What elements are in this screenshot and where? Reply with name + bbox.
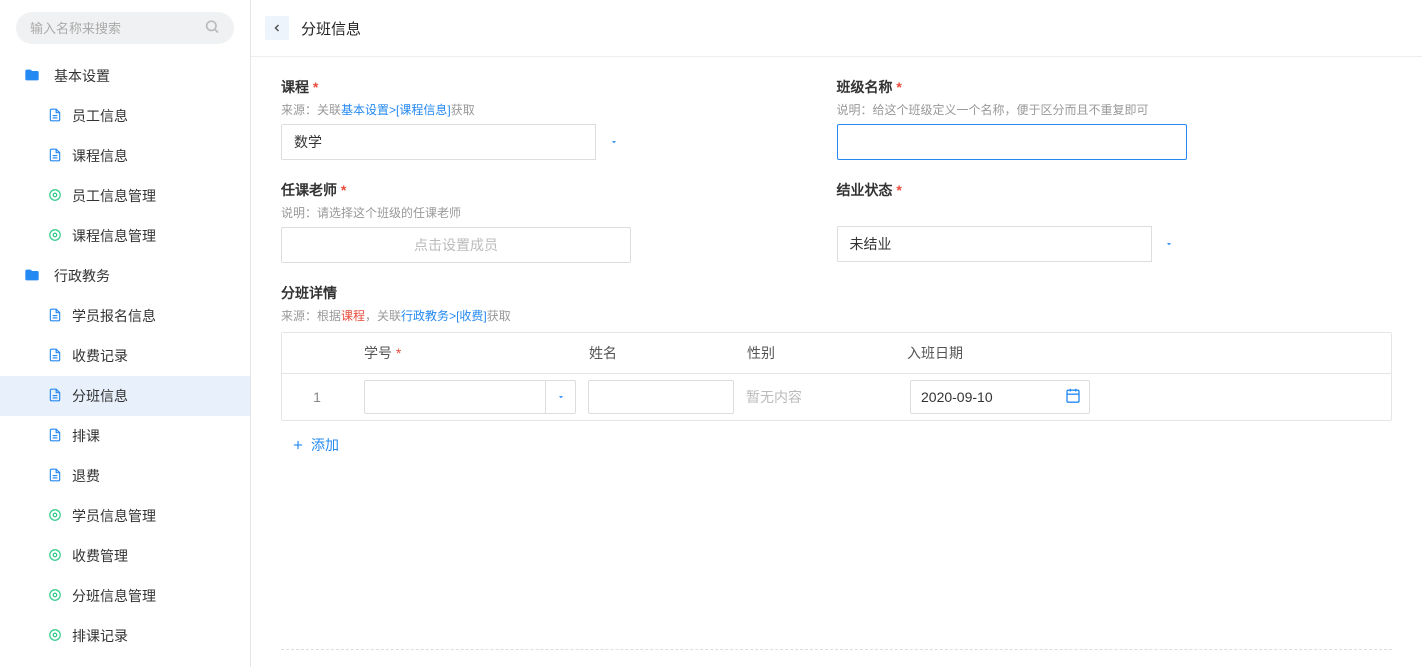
- document-icon: [48, 428, 62, 445]
- th-name: 姓名: [577, 333, 735, 373]
- th-date: 入班日期: [895, 333, 1080, 373]
- table-header-row: 学号 * 姓名 性别 入班日期: [282, 333, 1391, 374]
- nav-item-label: 员工信息: [72, 106, 128, 126]
- date-value: 2020-09-10: [921, 389, 993, 405]
- gear-icon: [48, 188, 62, 205]
- th-gender: 性别: [735, 333, 895, 373]
- page-header: 分班信息: [251, 0, 1422, 57]
- gear-icon: [48, 588, 62, 605]
- calendar-icon: [1065, 388, 1081, 407]
- name-input[interactable]: [588, 380, 734, 414]
- nav-item-student-signup[interactable]: 学员报名信息: [0, 296, 250, 336]
- nav-item-label: 课程信息管理: [72, 226, 156, 246]
- nav-item-fee-mgmt[interactable]: 收费管理: [0, 536, 250, 576]
- class-name-label: 班级名称 *: [837, 77, 1393, 97]
- document-icon: [48, 108, 62, 125]
- document-icon: [48, 388, 62, 405]
- add-label: 添加: [311, 435, 339, 455]
- nav-item-refund-mgmt[interactable]: 退费管理: [0, 656, 250, 667]
- nav-item-class-mgmt[interactable]: 分班信息管理: [0, 576, 250, 616]
- nav-group-title-basic[interactable]: 基本设置: [0, 56, 250, 96]
- status-select[interactable]: 未结业: [837, 226, 1187, 262]
- th-index: [282, 333, 352, 373]
- nav-item-label: 排课: [72, 426, 100, 446]
- add-row-button[interactable]: 添加: [281, 421, 1392, 469]
- row-index: 1: [282, 389, 352, 405]
- detail-desc: 来源：根据课程，关联行政教务>[收费]获取: [281, 307, 1392, 324]
- folder-open-icon: [24, 67, 40, 86]
- field-course: 课程 * 来源：关联基本设置>[课程信息]获取 数学: [281, 77, 837, 160]
- nav-item-student-mgmt[interactable]: 学员信息管理: [0, 496, 250, 536]
- nav-item-course-mgmt[interactable]: 课程信息管理: [0, 216, 250, 256]
- course-select[interactable]: 数学: [281, 124, 631, 160]
- course-select-value: 数学: [281, 124, 631, 160]
- nav-group-label: 基本设置: [54, 66, 110, 86]
- nav-item-label: 收费记录: [72, 346, 128, 366]
- form-content: 课程 * 来源：关联基本设置>[课程信息]获取 数学 班级名称 * 说明：给这个…: [251, 57, 1422, 667]
- folder-open-icon: [24, 267, 40, 286]
- nav-group-admin: 行政教务 学员报名信息 收费记录 分班信息 排课 退费 学员信息管理 收费管理: [0, 256, 250, 667]
- sid-select[interactable]: [364, 380, 576, 414]
- course-label: 课程 *: [281, 77, 837, 97]
- class-name-input[interactable]: [837, 124, 1187, 160]
- teacher-label: 任课老师 *: [281, 180, 837, 200]
- nav-group-label: 行政教务: [54, 266, 110, 286]
- main-content: 分班信息 课程 * 来源：关联基本设置>[课程信息]获取 数学: [251, 0, 1422, 667]
- course-desc: 来源：关联基本设置>[课程信息]获取: [281, 101, 837, 118]
- nav-item-label: 学员信息管理: [72, 506, 156, 526]
- field-status: 结业状态 * 未结业: [837, 180, 1393, 263]
- field-class-name: 班级名称 * 说明：给这个班级定义一个名称，便于区分而且不重复即可: [837, 77, 1393, 160]
- detail-section: 分班详情 来源：根据课程，关联行政教务>[收费]获取 学号 * 姓名 性别 入班…: [281, 283, 1392, 469]
- nav-item-employee-mgmt[interactable]: 员工信息管理: [0, 176, 250, 216]
- sidebar: 基本设置 员工信息 课程信息 员工信息管理 课程信息管理 行政教务 学员报名信: [0, 0, 251, 667]
- gender-placeholder: 暂无内容: [740, 387, 900, 407]
- th-sid: 学号 *: [352, 333, 577, 373]
- nav-item-label: 收费管理: [72, 546, 128, 566]
- document-icon: [48, 308, 62, 325]
- nav-item-label: 员工信息管理: [72, 186, 156, 206]
- status-label: 结业状态 *: [837, 180, 1393, 200]
- nav-item-schedule[interactable]: 排课: [0, 416, 250, 456]
- nav-item-label: 课程信息: [72, 146, 128, 166]
- gear-icon: [48, 628, 62, 645]
- document-icon: [48, 148, 62, 165]
- nav-item-label: 分班信息管理: [72, 586, 156, 606]
- nav-item-employee-info[interactable]: 员工信息: [0, 96, 250, 136]
- detail-table: 学号 * 姓名 性别 入班日期 1: [281, 332, 1392, 421]
- class-name-desc: 说明：给这个班级定义一个名称，便于区分而且不重复即可: [837, 101, 1393, 118]
- nav-item-label: 学员报名信息: [72, 306, 156, 326]
- nav-group-basic: 基本设置 员工信息 课程信息 员工信息管理 课程信息管理: [0, 56, 250, 256]
- document-icon: [48, 468, 62, 485]
- nav-item-class-info[interactable]: 分班信息: [0, 376, 250, 416]
- teacher-desc: 说明：请选择这个班级的任课老师: [281, 204, 837, 221]
- gear-icon: [48, 508, 62, 525]
- nav-item-refund[interactable]: 退费: [0, 456, 250, 496]
- date-input[interactable]: 2020-09-10: [910, 380, 1090, 414]
- footer-divider: [281, 649, 1392, 658]
- back-button[interactable]: [265, 16, 289, 40]
- status-select-value: 未结业: [837, 226, 1187, 262]
- nav-item-course-info[interactable]: 课程信息: [0, 136, 250, 176]
- gear-icon: [48, 228, 62, 245]
- field-teacher: 任课老师 * 说明：请选择这个班级的任课老师 点击设置成员: [281, 180, 837, 263]
- nav-item-label: 分班信息: [72, 386, 128, 406]
- nav-item-schedule-record[interactable]: 排课记录: [0, 616, 250, 656]
- nav-group-title-admin[interactable]: 行政教务: [0, 256, 250, 296]
- search-input[interactable]: [16, 12, 234, 44]
- page-title: 分班信息: [301, 18, 361, 39]
- set-member-button[interactable]: 点击设置成员: [281, 227, 631, 263]
- gear-icon: [48, 548, 62, 565]
- nav-item-label: 排课记录: [72, 626, 128, 646]
- nav-item-label: 退费: [72, 466, 100, 486]
- search-box: [16, 12, 234, 44]
- detail-label: 分班详情: [281, 283, 1392, 303]
- nav-item-fee-record[interactable]: 收费记录: [0, 336, 250, 376]
- chevron-down-icon: [545, 381, 575, 413]
- document-icon: [48, 348, 62, 365]
- table-row: 1 暂无内容: [282, 374, 1391, 420]
